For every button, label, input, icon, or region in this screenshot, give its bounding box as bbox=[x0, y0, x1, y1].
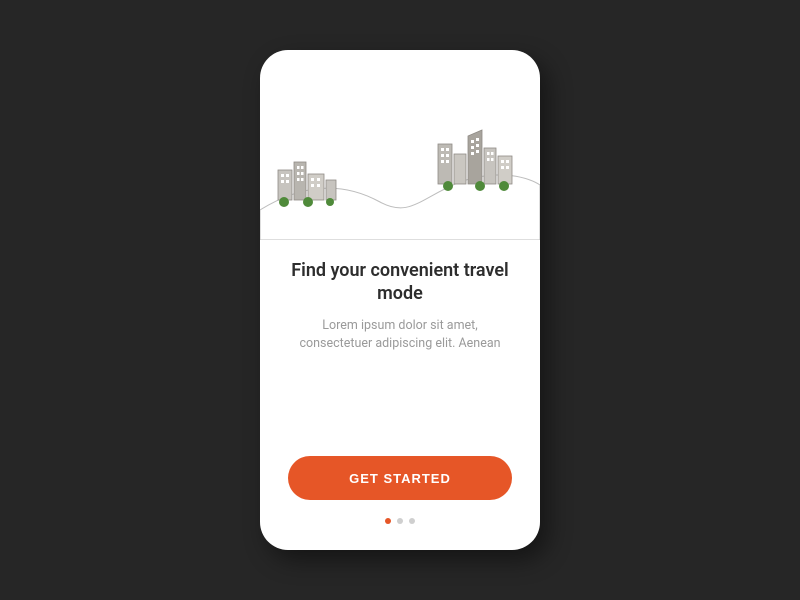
onboarding-footer: GET STARTED bbox=[260, 456, 540, 550]
page-dot-3[interactable] bbox=[409, 518, 415, 524]
onboarding-content: Find your convenient travel mode Lorem i… bbox=[260, 240, 540, 456]
onboarding-subtitle: Lorem ipsum dolor sit amet, consectetuer… bbox=[288, 317, 512, 353]
onboarding-title: Find your convenient travel mode bbox=[288, 260, 512, 305]
get-started-button[interactable]: GET STARTED bbox=[288, 456, 512, 500]
cityscape-illustration bbox=[260, 50, 540, 240]
page-dot-1[interactable] bbox=[385, 518, 391, 524]
page-dot-2[interactable] bbox=[397, 518, 403, 524]
onboarding-card: Find your convenient travel mode Lorem i… bbox=[260, 50, 540, 550]
page-indicator bbox=[385, 518, 415, 524]
